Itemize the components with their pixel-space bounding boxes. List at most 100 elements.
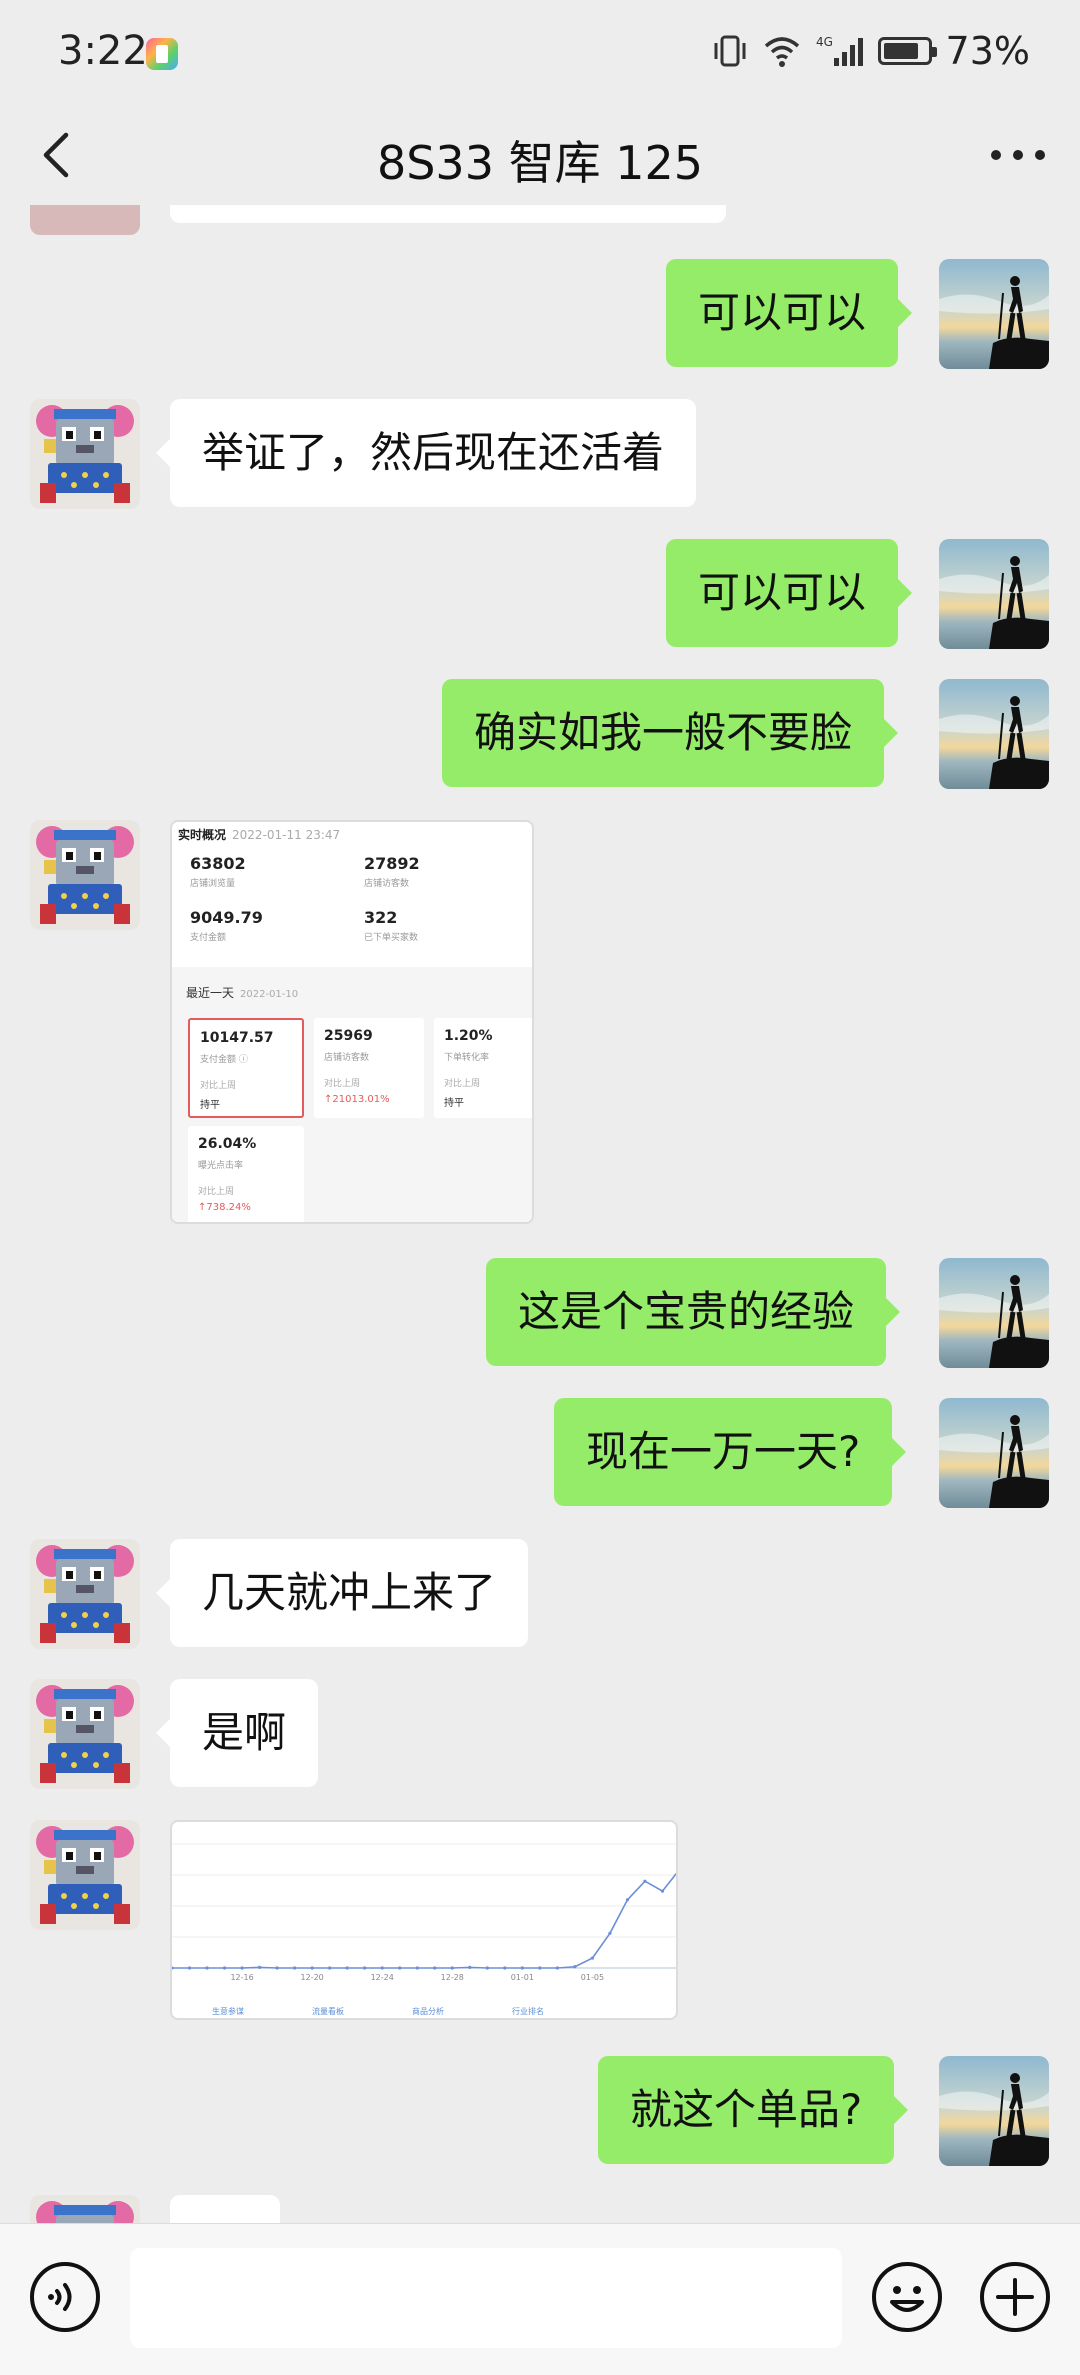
chart-point	[275, 1966, 279, 1970]
plus-circle-icon	[980, 2262, 1050, 2332]
metric-compare-label: 对比上周	[444, 1079, 481, 1089]
message-bubble-outgoing[interactable]: 这是个宝贵的经验	[486, 1258, 901, 1366]
contact-avatar[interactable]	[30, 820, 140, 930]
metric-value: 26.04%	[198, 1136, 257, 1152]
realtime-heading: 实时概况 2022-01-11 23:47	[178, 826, 340, 843]
chart-point	[643, 1879, 647, 1883]
chart-point	[468, 1965, 472, 1969]
chat-area[interactable]: 可以可以 举证了，然后现在还活着 可以可以 确实如我一般不要脸 实时概况 2022…	[0, 205, 1080, 2223]
chart-point	[172, 1966, 174, 1970]
metric-value: 25969	[324, 1028, 373, 1044]
chart-point	[415, 1966, 419, 1970]
realtime-timestamp: 2022-01-11 23:47	[232, 828, 341, 842]
chart-point	[555, 1966, 559, 1970]
message-bubble-incoming-partial[interactable]	[170, 2195, 280, 2223]
my-avatar[interactable]	[939, 539, 1049, 649]
metric-delta: 持平	[200, 1100, 220, 1111]
message-bubble-outgoing[interactable]: 就这个单品?	[598, 2056, 909, 2164]
my-avatar[interactable]	[939, 1398, 1049, 1508]
more-options-button[interactable]	[986, 135, 1050, 175]
image-message-trend-chart[interactable]: 12-16 12-20 12-24 12-28 01-01 01-05 生意参谋 流量看板 商品…	[170, 1820, 678, 2020]
chart-point	[398, 1966, 402, 1970]
metric-label: 支付金额 ⓘ	[200, 1055, 248, 1065]
status-bar: 3:22 4G 73%	[0, 0, 1080, 105]
my-avatar[interactable]	[939, 259, 1049, 369]
my-avatar[interactable]	[939, 1258, 1049, 1368]
chart-point	[363, 1966, 367, 1970]
metric-compare-label: 对比上周	[324, 1079, 361, 1089]
metric-delta: ↑738.24%	[198, 1202, 251, 1213]
chart-footer-tab: 行业排名	[512, 2006, 544, 2016]
status-time: 3:22	[58, 28, 148, 74]
realtime-heading-text: 实时概况	[178, 828, 227, 842]
recent-label: 最近一天 2022-01-10	[186, 984, 298, 1001]
message-bubble-incoming[interactable]: 举证了，然后现在还活着	[155, 399, 697, 507]
more-dots-icon	[991, 150, 1045, 160]
metric-card: 25969 店铺访客数 对比上周 ↑21013.01%	[314, 1018, 424, 1118]
battery-icon	[877, 37, 937, 65]
message-bubble-outgoing[interactable]: 可以可以	[666, 539, 913, 647]
metric-delta: 持平	[444, 1098, 464, 1109]
message-bubble-incoming[interactable]: 是啊	[155, 1679, 319, 1787]
my-avatar[interactable]	[939, 679, 1049, 789]
voice-button[interactable]	[28, 2260, 102, 2334]
chart-point	[187, 1966, 192, 1970]
stat-value: 27892	[364, 854, 420, 873]
metric-compare-label: 对比上周	[200, 1081, 237, 1091]
trend-line-chart: 12-16 12-20 12-24 12-28 01-01 01-05 生意参谋 流量看板 商品…	[172, 1843, 676, 2016]
recent-label-text: 最近一天	[186, 986, 235, 1000]
contact-avatar[interactable]	[30, 2195, 140, 2223]
contact-avatar[interactable]	[30, 1820, 140, 1930]
stat-label: 店铺浏览量	[190, 879, 236, 889]
metric-label: 店铺访客数	[324, 1053, 370, 1063]
metric-delta: ↑21013.01%	[324, 1094, 390, 1105]
chart-point	[625, 1898, 630, 1902]
vibrate-icon	[714, 35, 746, 67]
more-functions-button[interactable]	[978, 2260, 1052, 2334]
chart-x-tick-label: 01-01	[511, 1973, 534, 1982]
message-bubble-outgoing[interactable]: 现在一万一天?	[554, 1398, 907, 1506]
chart-point	[328, 1966, 332, 1970]
chart-footer-tab: 商品分析	[412, 2006, 444, 2016]
chart-point	[345, 1966, 349, 1970]
metric-card: 1.20% 下单转化率 对比上周 持平	[434, 1018, 532, 1118]
stat-label: 店铺访客数	[364, 879, 410, 889]
image-message-realtime-overview[interactable]: 实时概况 2022-01-11 23:47 63802 店铺浏览量 27892 店…	[170, 820, 534, 1224]
chart-point	[380, 1966, 384, 1970]
app-notification-icon	[146, 38, 178, 70]
status-icons: 4G 73%	[712, 26, 1030, 76]
avatar-partial	[30, 205, 140, 235]
message-bubble-outgoing[interactable]: 确实如我一般不要脸	[442, 679, 899, 787]
message-input[interactable]	[130, 2248, 842, 2348]
chart-point	[310, 1966, 314, 1970]
recent-date: 2022-01-10	[240, 989, 299, 1000]
chart-point	[450, 1966, 454, 1970]
chart-point	[293, 1966, 297, 1970]
battery-percentage: 73%	[945, 29, 1030, 73]
contact-avatar[interactable]	[30, 399, 140, 509]
chart-x-tick-label: 12-24	[371, 1973, 394, 1982]
emoji-icon	[872, 2262, 942, 2332]
chart-footer-tab: 生意参谋	[212, 2006, 244, 2016]
chart-series-line	[172, 1872, 676, 1969]
message-bubble-outgoing[interactable]: 可以可以	[666, 259, 913, 367]
chart-x-tick-label: 12-16	[230, 1973, 253, 1982]
metric-card: 26.04% 曝光点击率 对比上周 ↑738.24%	[188, 1126, 304, 1222]
contact-avatar[interactable]	[30, 1539, 140, 1649]
stat-label: 已下单买家数	[364, 933, 419, 943]
chart-point	[608, 1931, 612, 1935]
message-bubble-incoming[interactable]: 几天就冲上来了	[155, 1539, 529, 1647]
stat-value: 63802	[190, 854, 246, 873]
emoji-button[interactable]	[870, 2260, 944, 2334]
chart-x-tick-label: 12-28	[441, 1973, 464, 1982]
chart-point	[240, 1966, 244, 1970]
stat-value: 322	[364, 908, 398, 927]
contact-avatar[interactable]	[30, 1679, 140, 1789]
metric-label: 曝光点击率	[198, 1161, 244, 1171]
metric-label: 下单转化率	[444, 1053, 490, 1063]
my-avatar[interactable]	[939, 2056, 1049, 2166]
network-type-label: 4G	[816, 35, 833, 49]
chart-point	[660, 1889, 665, 1893]
chart-footer-tab: 流量看板	[312, 2006, 344, 2016]
chart-point	[538, 1966, 542, 1970]
